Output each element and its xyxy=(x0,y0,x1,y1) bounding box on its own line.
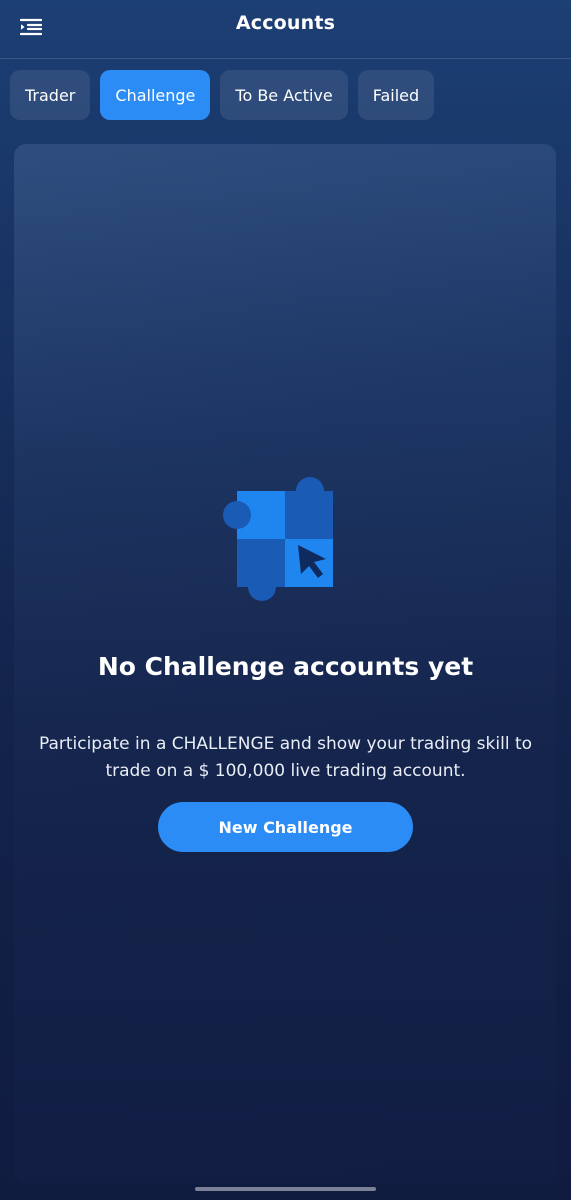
puzzle-cursor-icon xyxy=(223,477,333,601)
tab-trader[interactable]: Trader xyxy=(10,70,91,120)
app-header: Accounts xyxy=(0,0,571,59)
home-indicator xyxy=(195,1187,376,1191)
tab-failed[interactable]: Failed xyxy=(357,70,435,120)
empty-state-description: Participate in a CHALLENGE and show your… xyxy=(38,734,533,781)
empty-state-title: No Challenge accounts yet xyxy=(97,652,474,681)
page-title: Accounts xyxy=(235,12,336,34)
tab-to-be-active[interactable]: To Be Active xyxy=(220,70,348,120)
tab-challenge[interactable]: Challenge xyxy=(100,70,211,120)
account-tabs: Trader Challenge To Be Active Failed xyxy=(10,70,435,120)
new-challenge-button[interactable]: New Challenge xyxy=(158,802,413,852)
